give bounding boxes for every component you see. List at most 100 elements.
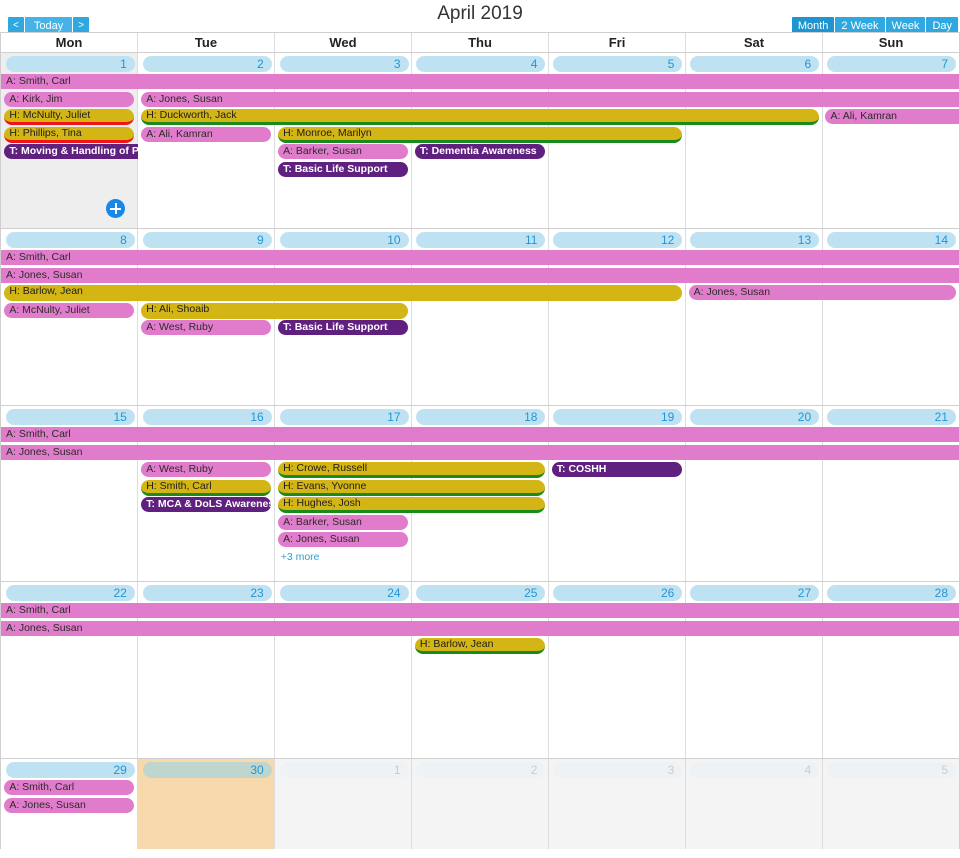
event-lane: A: Smith, Carl xyxy=(1,603,959,621)
date-cell: 4 xyxy=(412,56,549,72)
date-number-15[interactable]: 15 xyxy=(5,409,135,425)
date-number-11[interactable]: 11 xyxy=(416,232,546,248)
calendar-event[interactable]: A: West, Ruby xyxy=(141,320,272,335)
event-lane: A: Smith, Carl xyxy=(1,250,959,268)
date-number-30[interactable]: 30 xyxy=(142,762,272,778)
date-number-20[interactable]: 20 xyxy=(690,409,820,425)
date-number-22[interactable]: 22 xyxy=(5,585,135,601)
calendar-event[interactable]: H: Monroe, Marilyn xyxy=(278,126,682,143)
date-number-26[interactable]: 26 xyxy=(553,585,683,601)
date-number-29[interactable]: 29 xyxy=(5,762,135,778)
event-lane: A: Jones, Susan xyxy=(1,267,959,286)
date-cell: 20 xyxy=(685,409,822,425)
date-number-14[interactable]: 14 xyxy=(827,232,957,248)
event-lane: A: Jones, Susan xyxy=(1,532,959,550)
date-number-21[interactable]: 21 xyxy=(827,409,957,425)
event-lane: T: Moving & Handling of People A: Barker,… xyxy=(1,144,959,162)
calendar-event[interactable]: T: COSHH xyxy=(551,462,682,477)
date-cell: 11 xyxy=(412,232,549,248)
date-number-10[interactable]: 10 xyxy=(279,232,409,248)
date-cell: 16 xyxy=(138,409,275,425)
event-lane: A: Jones, Susan xyxy=(1,797,959,816)
date-number-25[interactable]: 25 xyxy=(416,585,546,601)
calendar-event[interactable]: H: Smith, Carl xyxy=(141,479,272,496)
calendar-event[interactable]: A: Barker, Susan xyxy=(278,514,409,530)
calendar-event[interactable]: A: Jones, Susan xyxy=(688,285,956,300)
calendar-event[interactable]: A: Jones, Susan xyxy=(141,91,959,107)
date-number-4[interactable]: 4 xyxy=(416,56,546,72)
date-number-17[interactable]: 17 xyxy=(279,409,409,425)
day-header-sat: Sat xyxy=(686,33,823,52)
date-number-2[interactable]: 2 xyxy=(142,56,272,72)
date-number-13[interactable]: 13 xyxy=(690,232,820,248)
calendar-event[interactable]: H: Barlow, Jean xyxy=(4,285,682,301)
date-number-6[interactable]: 6 xyxy=(690,56,820,72)
date-number-5[interactable]: 5 xyxy=(827,762,957,778)
calendar-event[interactable]: A: Jones, Susan xyxy=(4,797,135,813)
date-number-16[interactable]: 16 xyxy=(142,409,272,425)
calendar-event[interactable]: H: Barlow, Jean xyxy=(414,638,546,654)
calendar-event[interactable]: A: Smith, Carl xyxy=(4,780,135,795)
calendar-event[interactable]: A: Ali, Kamran xyxy=(141,126,272,142)
calendar-event[interactable]: H: Ali, Shoaib xyxy=(141,302,409,319)
calendar-event[interactable]: A: Smith, Carl xyxy=(1,603,959,618)
date-number-1[interactable]: 1 xyxy=(5,56,135,72)
calendar-event[interactable]: A: Jones, Susan xyxy=(1,620,959,636)
more-events-link[interactable]: +3 more xyxy=(275,550,320,564)
date-number-9[interactable]: 9 xyxy=(142,232,272,248)
date-cell: 22 xyxy=(1,585,138,601)
event-lane: H: Barlow, Jean A: Jones, Susan xyxy=(1,285,959,303)
date-cell: 9 xyxy=(138,232,275,248)
date-number-7[interactable]: 7 xyxy=(827,56,957,72)
date-number-23[interactable]: 23 xyxy=(142,585,272,601)
date-number-27[interactable]: 27 xyxy=(690,585,820,601)
calendar-event[interactable]: T: Dementia Awareness xyxy=(414,144,546,159)
date-number-5[interactable]: 5 xyxy=(553,56,683,72)
add-event-icon[interactable] xyxy=(106,199,125,218)
calendar-event[interactable]: A: McNulty, Juliet xyxy=(4,302,135,318)
calendar-event[interactable]: A: Jones, Susan xyxy=(1,267,959,283)
date-number-8[interactable]: 8 xyxy=(5,232,135,248)
date-cell: 26 xyxy=(548,585,685,601)
date-cell: 27 xyxy=(685,585,822,601)
date-number-28[interactable]: 28 xyxy=(827,585,957,601)
date-number-1[interactable]: 1 xyxy=(279,762,409,778)
week-row: 29 30 1 2 3 4 5 A: Smith, Carl A: Jones, Susan xyxy=(1,759,959,849)
calendar-event[interactable]: H: Evans, Yvonne xyxy=(278,479,546,496)
calendar-event[interactable]: A: West, Ruby xyxy=(141,462,272,477)
date-number-12[interactable]: 12 xyxy=(553,232,683,248)
date-number-18[interactable]: 18 xyxy=(416,409,546,425)
calendar-event[interactable]: H: Crowe, Russell xyxy=(278,462,546,478)
date-number-24[interactable]: 24 xyxy=(279,585,409,601)
calendar-event[interactable]: A: Kirk, Jim xyxy=(4,91,135,107)
date-number-3[interactable]: 3 xyxy=(279,56,409,72)
date-number-3[interactable]: 3 xyxy=(553,762,683,778)
event-lane: A: Smith, Carl xyxy=(1,74,959,92)
date-number-row: 15 16 17 18 19 20 21 xyxy=(1,406,959,425)
calendar-event[interactable]: A: Jones, Susan xyxy=(1,444,959,460)
calendar-event[interactable]: T: Moving & Handling of People xyxy=(4,144,138,159)
calendar-event[interactable]: T: MCA & DoLS Awareness xyxy=(141,497,272,512)
calendar-event[interactable]: A: Ali, Kamran xyxy=(825,109,959,124)
day-header-thu: Thu xyxy=(412,33,549,52)
date-cell: 1 xyxy=(1,56,138,72)
calendar-event[interactable]: H: Phillips, Tina xyxy=(4,126,135,143)
calendar-event[interactable]: H: Duckworth, Jack xyxy=(141,109,819,125)
date-cell: 14 xyxy=(822,232,959,248)
calendar-event[interactable]: A: Smith, Carl xyxy=(1,74,959,89)
event-lane: A: McNulty, Juliet H: Ali, Shoaib xyxy=(1,302,959,321)
date-number-4[interactable]: 4 xyxy=(690,762,820,778)
calendar-event[interactable]: A: Barker, Susan xyxy=(278,144,409,159)
event-layer: A: Smith, Carl A: Jones, Susan H: Barlow, … xyxy=(1,248,959,338)
calendar-event[interactable]: A: Smith, Carl xyxy=(1,250,959,265)
calendar-event[interactable]: H: Hughes, Josh xyxy=(278,497,546,513)
calendar-event[interactable]: T: Basic Life Support xyxy=(278,161,409,177)
calendar-event[interactable]: T: Basic Life Support xyxy=(278,320,409,335)
date-number-19[interactable]: 19 xyxy=(553,409,683,425)
date-cell: 10 xyxy=(275,232,412,248)
calendar-event[interactable]: H: McNulty, Juliet xyxy=(4,109,135,125)
calendar-event[interactable]: A: Smith, Carl xyxy=(1,427,959,442)
day-header-tue: Tue xyxy=(138,33,275,52)
date-number-2[interactable]: 2 xyxy=(416,762,546,778)
calendar-event[interactable]: A: Jones, Susan xyxy=(278,532,409,547)
